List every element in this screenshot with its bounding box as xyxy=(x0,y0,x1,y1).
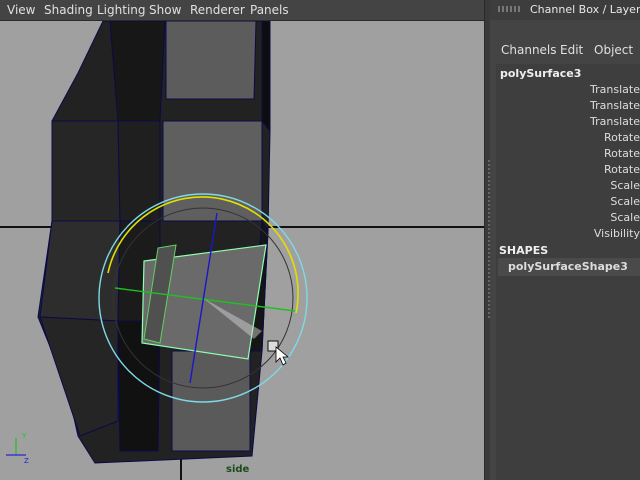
attr-rotate-x[interactable]: Rotate xyxy=(604,131,640,144)
axis-z-label: Z xyxy=(24,457,29,465)
channel-box-titlebar[interactable]: Channel Box / Layer Edit xyxy=(490,0,640,20)
channel-box-body: polySurface3 Translate Translate Transla… xyxy=(496,64,640,480)
attr-translate-y[interactable]: Translate xyxy=(590,99,640,112)
menu-show[interactable]: Show xyxy=(149,3,181,17)
object-name[interactable]: polySurface3 xyxy=(500,67,581,80)
titlebar-grip-icon[interactable] xyxy=(498,6,522,12)
attr-visibility[interactable]: Visibility xyxy=(594,227,640,240)
menu-lighting[interactable]: Lighting xyxy=(97,3,146,17)
menu-edit[interactable]: Edit xyxy=(560,43,583,57)
attr-rotate-z[interactable]: Rotate xyxy=(604,163,640,176)
attr-rotate-y[interactable]: Rotate xyxy=(604,147,640,160)
shape-name: polySurfaceShape3 xyxy=(508,260,628,273)
attr-scale-y[interactable]: Scale xyxy=(610,195,640,208)
channel-box-menubar: Channels Edit Object xyxy=(490,38,640,62)
menu-shading[interactable]: Shading xyxy=(44,3,93,17)
viewport-scene: Y Z xyxy=(0,21,484,480)
attr-scale-x[interactable]: Scale xyxy=(610,179,640,192)
shapes-header: SHAPES xyxy=(499,244,549,257)
menu-view[interactable]: View xyxy=(7,3,35,17)
attr-translate-z[interactable]: Translate xyxy=(590,115,640,128)
attr-translate-x[interactable]: Translate xyxy=(590,83,640,96)
attr-scale-z[interactable]: Scale xyxy=(610,211,640,224)
shape-row[interactable]: polySurfaceShape3 xyxy=(498,258,640,276)
axis-y-label: Y xyxy=(21,432,27,440)
viewport-menubar: View Shading Lighting Show Renderer Pane… xyxy=(0,0,484,21)
menu-channels[interactable]: Channels xyxy=(501,43,557,57)
menu-panels[interactable]: Panels xyxy=(250,3,289,17)
camera-name-label: side xyxy=(226,464,250,475)
channel-box-panel: Channel Box / Layer Edit Channels Edit O… xyxy=(490,0,640,480)
viewport-side[interactable]: Y Z side xyxy=(0,21,484,480)
mouse-cursor-icon xyxy=(267,340,290,366)
axis-indicator: Y Z xyxy=(6,432,29,465)
channel-box-title: Channel Box / Layer Edit xyxy=(530,3,640,16)
menu-object[interactable]: Object xyxy=(594,43,633,57)
menu-renderer[interactable]: Renderer xyxy=(190,3,245,17)
